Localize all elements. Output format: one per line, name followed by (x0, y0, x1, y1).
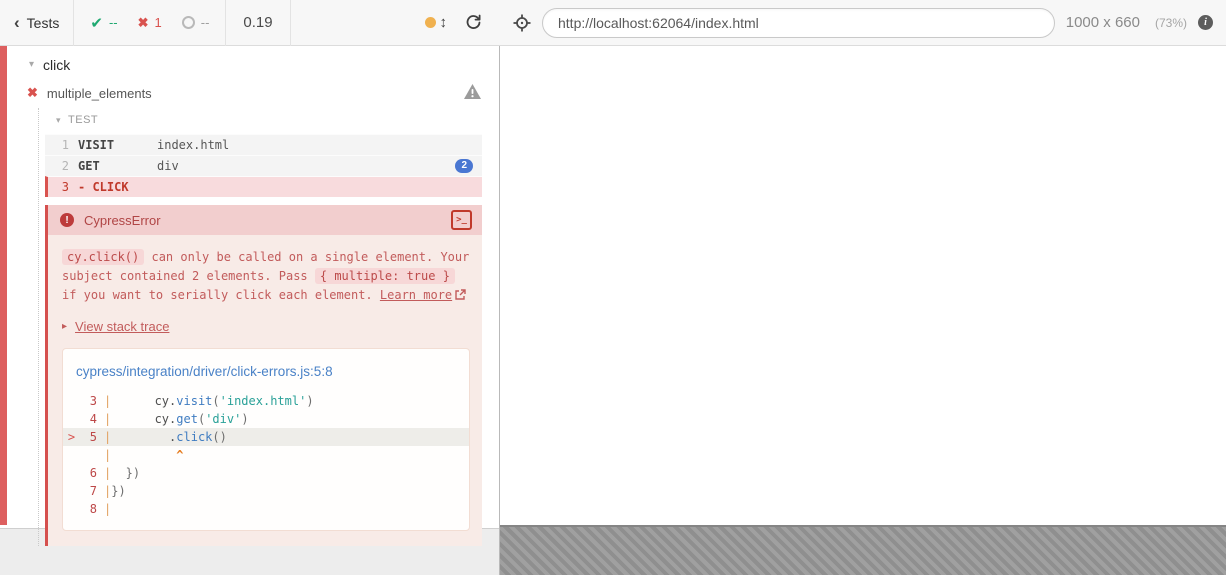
scroll-status-dot-icon (424, 17, 436, 28)
aut-iframe[interactable] (500, 46, 1226, 527)
attempt-header[interactable]: ▾ TEST (39, 109, 499, 131)
failed-count: 1 (154, 15, 162, 30)
refresh-icon (466, 14, 481, 29)
auto-scroll-toggle[interactable]: ↕ (424, 14, 448, 31)
viewport-size: 1000 x 660 (1065, 14, 1140, 31)
code-lines: 3 | cy.visit('index.html') 4 | cy.get('div'… (63, 392, 469, 518)
reporter-panel: ▾ click ✖ multiple_elements ▾ TEST 1 VISI… (0, 46, 500, 575)
back-label: Tests (26, 14, 60, 31)
test-title: multiple_elements (46, 85, 152, 101)
stat-failed[interactable]: ✖ 1 (138, 15, 162, 31)
view-stack-trace-toggle[interactable]: ▸ View stack trace (62, 319, 470, 334)
code-line: 7 |}) (89, 484, 126, 498)
code-line: >5 | .click() (63, 428, 469, 446)
learn-more-link[interactable]: Learn more (380, 288, 452, 302)
command-row[interactable]: 2 GET div 2 (45, 155, 482, 176)
aut-header: http://localhost:62064/index.html 1000 x… (500, 0, 1226, 45)
error-bang-icon: ! (60, 213, 74, 227)
viewport-scale: (73%) (1154, 15, 1187, 30)
code-chip: { multiple: true } (314, 268, 455, 284)
pending-count: -- (200, 15, 210, 30)
duration-value: 0.19 (243, 14, 273, 31)
command-row[interactable]: 1 VISIT index.html (45, 134, 482, 155)
test-failed-x-icon: ✖ (27, 85, 38, 100)
command-row[interactable]: 3- CLICK (45, 176, 482, 197)
stat-passed[interactable]: ✔ -- (90, 14, 117, 32)
code-line: 6 | }) (89, 466, 141, 480)
back-chevron-icon: ‹ (14, 13, 20, 32)
error-message: cy.click() can only be called on a singl… (62, 249, 470, 302)
chevron-down-icon: ▾ (56, 114, 62, 125)
aut-background (500, 46, 1226, 575)
code-frame-file-link[interactable]: cypress/integration/driver/click-errors.… (63, 364, 469, 379)
pending-circle-icon (181, 16, 195, 29)
back-to-tests-button[interactable]: ‹ Tests (0, 0, 73, 45)
error-block: ! CypressError >_ cy.click() can only be… (45, 205, 482, 546)
code-line: 4 | cy.get('div') (89, 412, 249, 426)
chevron-down-icon: ▾ (29, 59, 35, 70)
element-count-badge: 2 (455, 159, 473, 173)
code-line: 3 | cy.visit('index.html') (89, 394, 314, 408)
print-to-console-button[interactable]: >_ (451, 210, 472, 230)
url-text: http://localhost:62064/index.html (558, 14, 759, 31)
suite-click[interactable]: ▾ click (0, 53, 499, 77)
stat-pending[interactable]: -- (181, 15, 210, 30)
external-link-icon (455, 289, 466, 300)
test-stats: ✔ -- ✖ 1 -- (74, 14, 225, 32)
test-body: ▾ TEST 1 VISIT index.html 2 GET div 2 3- CLICK … (38, 108, 499, 546)
restart-tests-button[interactable] (465, 14, 482, 31)
reporter-header: ‹ Tests ✔ -- ✖ 1 -- 0.19 ↕ (0, 0, 500, 46)
updown-arrows-icon: ↕ (439, 14, 448, 31)
viewport-info-icon[interactable]: i (1198, 15, 1213, 30)
crosshair-icon (513, 14, 531, 31)
check-icon: ✔ (90, 14, 103, 32)
selector-playground-button[interactable] (513, 14, 531, 32)
attempt-label: TEST (68, 114, 99, 126)
code-frame: cypress/integration/driver/click-errors.… (62, 348, 470, 531)
test-multiple-elements[interactable]: ✖ multiple_elements (0, 77, 499, 108)
passed-count: -- (108, 15, 118, 30)
command-list: 1 VISIT index.html 2 GET div 2 3- CLICK (45, 134, 482, 197)
error-body: cy.click() can only be called on a singl… (48, 235, 482, 546)
code-chip: cy.click() (62, 249, 145, 265)
suite-title: click (43, 57, 71, 73)
error-title: CypressError (84, 212, 161, 228)
command-log: ▾ click ✖ multiple_elements ▾ TEST 1 VISI… (0, 46, 499, 546)
top-header: ‹ Tests ✔ -- ✖ 1 -- 0.19 ↕ http://localh… (0, 0, 1226, 46)
url-bar[interactable]: http://localhost:62064/index.html (542, 7, 1055, 38)
warning-triangle-icon (463, 83, 482, 103)
fail-x-icon: ✖ (137, 14, 149, 30)
code-line: | ^ (104, 448, 184, 462)
chevron-right-icon: ▸ (62, 321, 68, 332)
test-duration: 0.19 (225, 0, 291, 46)
error-header: ! CypressError >_ (48, 205, 482, 235)
stack-toggle-label: View stack trace (75, 319, 170, 334)
code-line: 8 | (89, 502, 112, 516)
